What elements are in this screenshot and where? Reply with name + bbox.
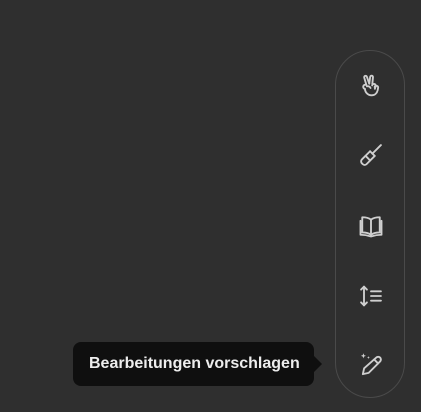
book-icon <box>357 212 385 240</box>
adjust-length-button[interactable] <box>336 261 406 331</box>
paintbrush-icon <box>357 141 385 169</box>
polish-button[interactable] <box>336 120 406 190</box>
suggest-edits-button[interactable] <box>336 329 406 399</box>
peace-hand-icon <box>357 72 385 100</box>
tooltip-text: Bearbeitungen vorschlagen <box>89 355 300 372</box>
writing-tools-toolbar <box>335 50 405 398</box>
suggest-edits-tooltip: Bearbeitungen vorschlagen <box>73 342 314 386</box>
adjust-reading-button[interactable] <box>336 191 406 261</box>
text-length-icon <box>357 282 385 310</box>
reading-level-button[interactable] <box>336 51 406 121</box>
magic-pen-icon <box>357 350 385 378</box>
